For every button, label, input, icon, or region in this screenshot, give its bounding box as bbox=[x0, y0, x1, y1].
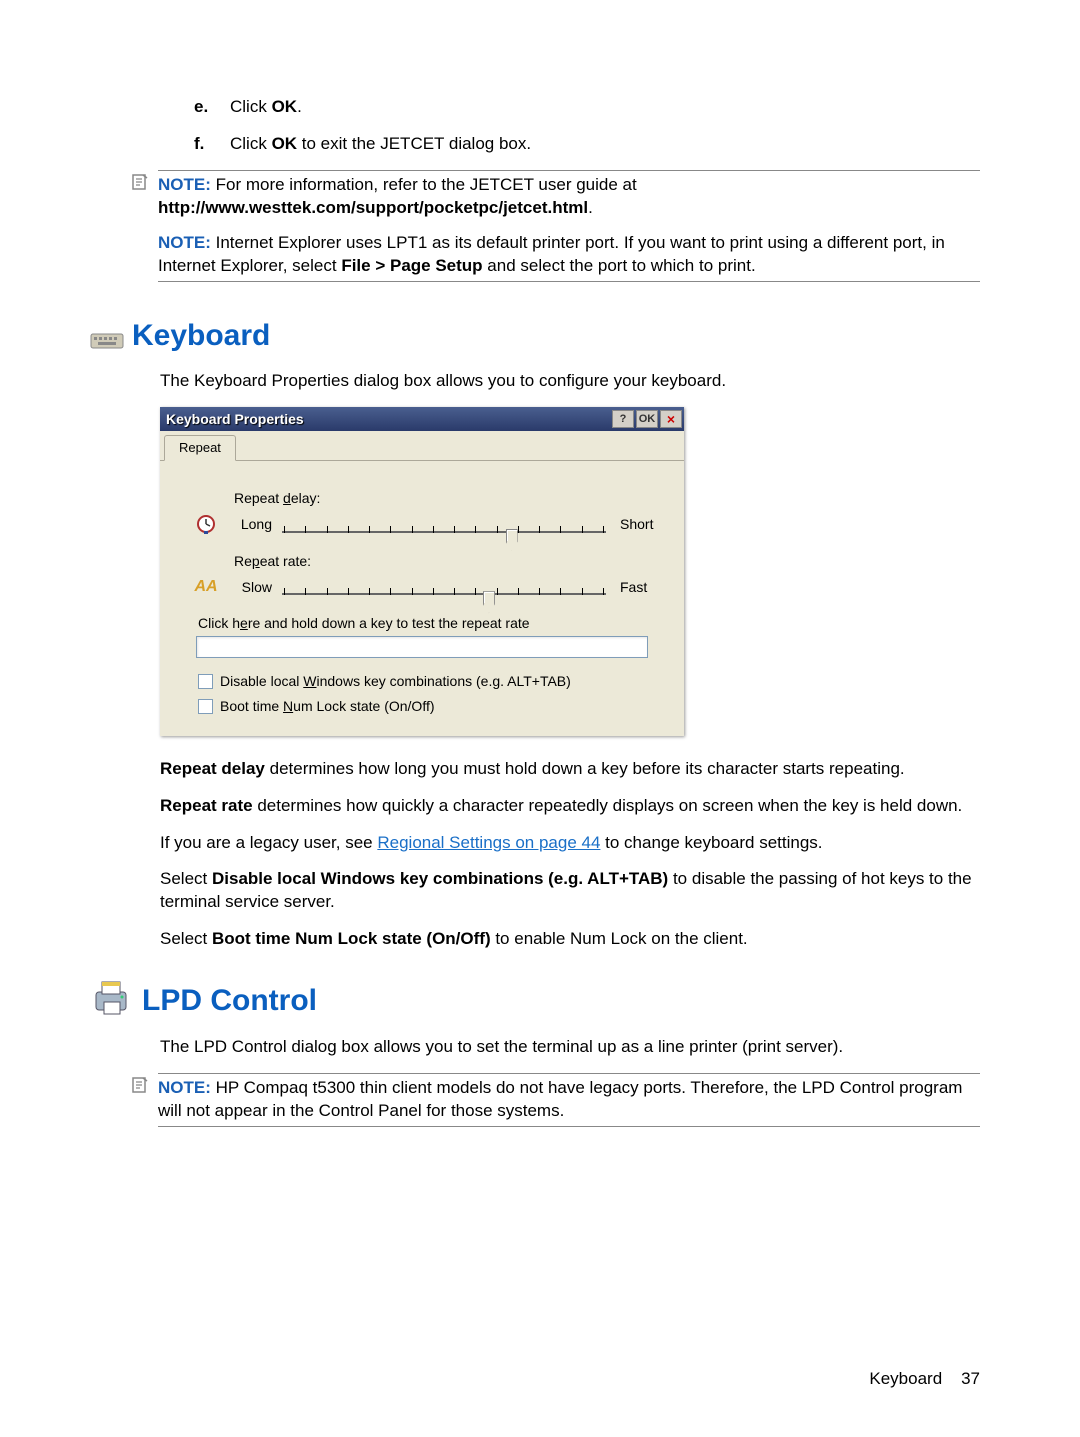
list-text: Click OK. bbox=[230, 96, 302, 119]
list-item-f: f. Click OK to exit the JETCET dialog bo… bbox=[160, 133, 980, 156]
disable-hotkeys-checkbox[interactable] bbox=[198, 674, 213, 689]
repeat-delay-slider-row: Long Short bbox=[178, 514, 666, 536]
note-icon bbox=[130, 172, 150, 199]
list-marker: e. bbox=[194, 96, 230, 119]
keyboard-icon bbox=[90, 323, 124, 349]
note-label: NOTE: bbox=[158, 233, 211, 252]
page-footer: Keyboard 37 bbox=[869, 1368, 980, 1391]
tab-repeat[interactable]: Repeat bbox=[164, 435, 236, 461]
slider-fast-label: Fast bbox=[606, 578, 666, 597]
dialog-titlebar: Keyboard Properties ? OK × bbox=[160, 407, 684, 431]
lpd-intro: The LPD Control dialog box allows you to… bbox=[160, 1036, 980, 1059]
note-body: NOTE: For more information, refer to the… bbox=[158, 170, 980, 282]
instruction-list: e. Click OK. f. Click OK to exit the JET… bbox=[160, 96, 980, 156]
test-label: Click here and hold down a key to test t… bbox=[198, 614, 666, 633]
repeat-rate-slider[interactable] bbox=[282, 579, 606, 595]
slider-thumb[interactable] bbox=[483, 591, 495, 613]
numlock-label: Boot time Num Lock state (On/Off) bbox=[220, 697, 435, 716]
note-block: NOTE: For more information, refer to the… bbox=[130, 170, 980, 282]
test-input[interactable] bbox=[196, 636, 648, 658]
repeat-delay-label: Repeat delay: bbox=[234, 489, 666, 508]
close-button[interactable]: × bbox=[660, 410, 682, 428]
legacy-para: If you are a legacy user, see Regional S… bbox=[160, 832, 980, 855]
keyboard-properties-dialog: Keyboard Properties ? OK × Repeat Repeat… bbox=[160, 407, 684, 736]
printer-icon bbox=[90, 978, 134, 1018]
list-item-e: e. Click OK. bbox=[160, 96, 980, 119]
repeat-delay-desc: Repeat delay determines how long you mus… bbox=[160, 758, 980, 781]
slider-thumb[interactable] bbox=[506, 529, 518, 551]
help-button[interactable]: ? bbox=[612, 410, 634, 428]
repeat-rate-desc: Repeat rate determines how quickly a cha… bbox=[160, 795, 980, 818]
aa-icon: AA bbox=[194, 576, 217, 598]
note-label: NOTE: bbox=[158, 1078, 211, 1097]
boot-desc: Select Boot time Num Lock state (On/Off)… bbox=[160, 928, 980, 951]
page-number: 37 bbox=[961, 1369, 980, 1388]
clock-icon bbox=[195, 514, 217, 536]
disable-hotkeys-checkbox-row: Disable local Windows key combinations (… bbox=[198, 672, 666, 691]
repeat-rate-slider-row: AA Slow Fast bbox=[178, 576, 666, 598]
repeat-delay-slider[interactable] bbox=[282, 517, 606, 533]
list-marker: f. bbox=[194, 133, 230, 156]
dialog-title: Keyboard Properties bbox=[166, 410, 610, 429]
document-page: e. Click OK. f. Click OK to exit the JET… bbox=[0, 0, 1080, 1127]
ok-button[interactable]: OK bbox=[636, 410, 658, 428]
slider-slow-label: Slow bbox=[234, 578, 282, 597]
note-label: NOTE: bbox=[158, 175, 211, 194]
regional-settings-link[interactable]: Regional Settings on page 44 bbox=[377, 833, 600, 852]
footer-section: Keyboard bbox=[869, 1369, 942, 1388]
heading-keyboard: Keyboard bbox=[90, 316, 980, 357]
tab-strip: Repeat bbox=[160, 431, 684, 461]
note-body: NOTE: HP Compaq t5300 thin client models… bbox=[158, 1073, 980, 1127]
lpd-note-block: NOTE: HP Compaq t5300 thin client models… bbox=[130, 1073, 980, 1127]
heading-lpd: LPD Control bbox=[90, 981, 980, 1022]
numlock-checkbox[interactable] bbox=[198, 699, 213, 714]
slider-long-label: Long bbox=[234, 515, 282, 534]
keyboard-intro: The Keyboard Properties dialog box allow… bbox=[160, 370, 980, 393]
list-text: Click OK to exit the JETCET dialog box. bbox=[230, 133, 531, 156]
slider-short-label: Short bbox=[606, 515, 666, 534]
disable-hotkeys-label: Disable local Windows key combinations (… bbox=[220, 672, 571, 691]
repeat-rate-label: Repeat rate: bbox=[234, 552, 666, 571]
numlock-checkbox-row: Boot time Num Lock state (On/Off) bbox=[198, 697, 666, 716]
disable-desc: Select Disable local Windows key combina… bbox=[160, 868, 980, 914]
note-icon bbox=[130, 1075, 150, 1102]
